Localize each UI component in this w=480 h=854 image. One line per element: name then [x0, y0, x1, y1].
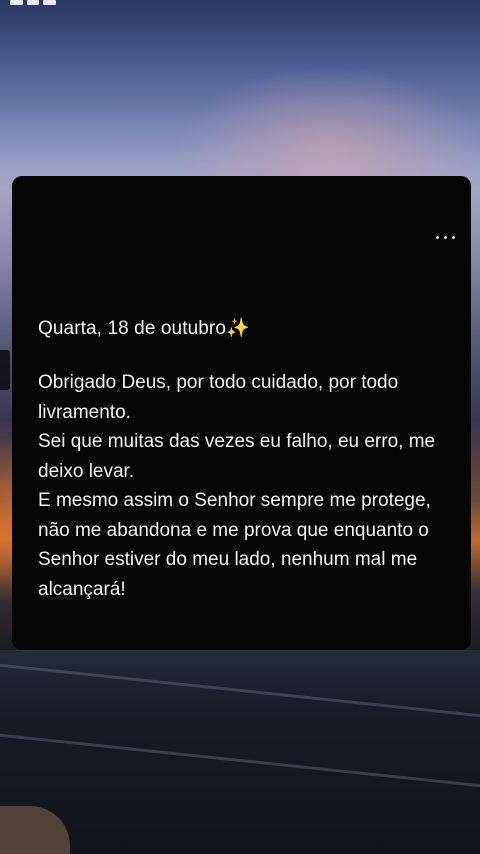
note-line: Sei que muitas das vezes eu falho, eu er…: [38, 431, 436, 482]
background-road: [0, 650, 480, 854]
status-segment: [26, 0, 40, 5]
note-date: Quarta, 18 de outubro✨: [38, 318, 250, 339]
road-stripe: [0, 661, 480, 722]
note-card: Quarta, 18 de outubro✨ Obrigado Deus, po…: [12, 176, 471, 650]
menu-dot: [452, 236, 455, 239]
more-horizontal-icon[interactable]: [432, 232, 459, 243]
road-stripe: [0, 731, 480, 792]
note-body[interactable]: Obrigado Deus, por todo cuidado, por tod…: [38, 368, 438, 604]
status-segment: [10, 0, 23, 5]
status-segment: [43, 0, 57, 5]
note-line: Obrigado Deus, por todo cuidado, por tod…: [38, 372, 399, 423]
background-lamp-post: [0, 350, 10, 390]
note-line: E mesmo assim o Senhor sempre me protege…: [38, 490, 431, 600]
status-bar-indicator: [10, 0, 57, 5]
menu-dot: [444, 236, 447, 239]
menu-dot: [436, 236, 439, 239]
